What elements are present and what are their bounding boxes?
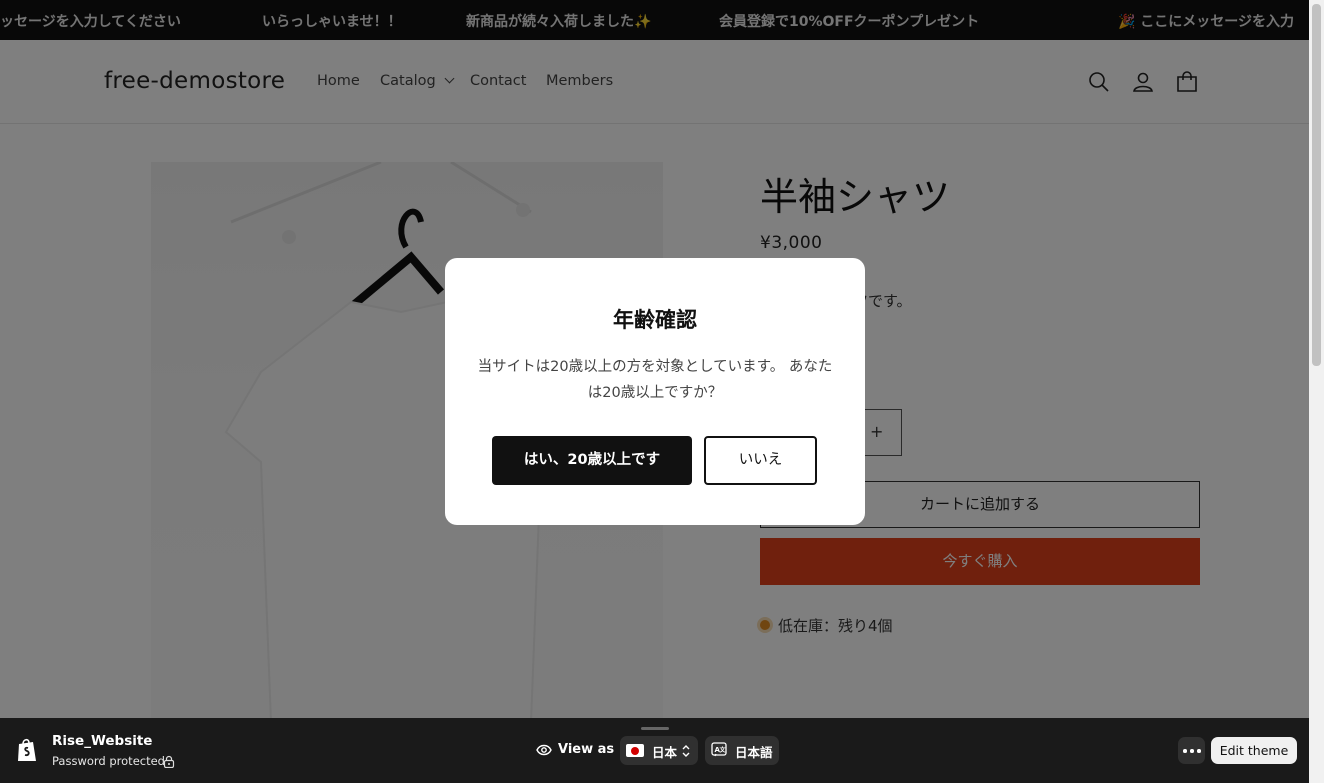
modal-title: 年齢確認 [613, 308, 697, 332]
scrollbar-thumb[interactable] [1312, 4, 1321, 366]
password-status: Password protected [52, 754, 165, 768]
deny-age-button[interactable]: いいえ [704, 436, 817, 485]
site-name: Rise_Website [52, 733, 153, 749]
drag-handle[interactable] [641, 727, 669, 730]
svg-text:文: 文 [719, 746, 727, 754]
translate-icon: A 文 [711, 742, 727, 757]
shopify-bag-icon [18, 738, 36, 761]
more-dot [1183, 749, 1187, 753]
eye-icon [536, 744, 552, 756]
more-dot [1197, 749, 1201, 753]
age-verification-modal: 年齢確認 当サイトは20歳以上の方を対象としています。 あなたは20歳以上ですか… [445, 258, 865, 525]
confirm-age-button[interactable]: はい、20歳以上です [492, 436, 692, 485]
lock-icon [163, 755, 175, 768]
chevron-updown-icon [682, 745, 690, 757]
page-scrollbar[interactable] [1309, 0, 1324, 783]
country-label: 日本 [652, 745, 678, 760]
language-label: 日本語 [735, 745, 773, 760]
edit-theme-button[interactable]: Edit theme [1211, 737, 1297, 764]
more-options-button[interactable] [1178, 737, 1205, 764]
japan-flag-icon [626, 744, 644, 757]
country-selector[interactable]: 日本 [620, 736, 698, 765]
modal-message: 当サイトは20歳以上の方を対象としています。 あなたは20歳以上ですか？ [477, 359, 833, 401]
more-dot [1190, 749, 1194, 753]
language-selector[interactable]: A 文 日本語 [705, 736, 779, 765]
view-as-label: View as [558, 742, 615, 757]
preview-bar: Rise_Website Password protected View as … [0, 718, 1309, 783]
